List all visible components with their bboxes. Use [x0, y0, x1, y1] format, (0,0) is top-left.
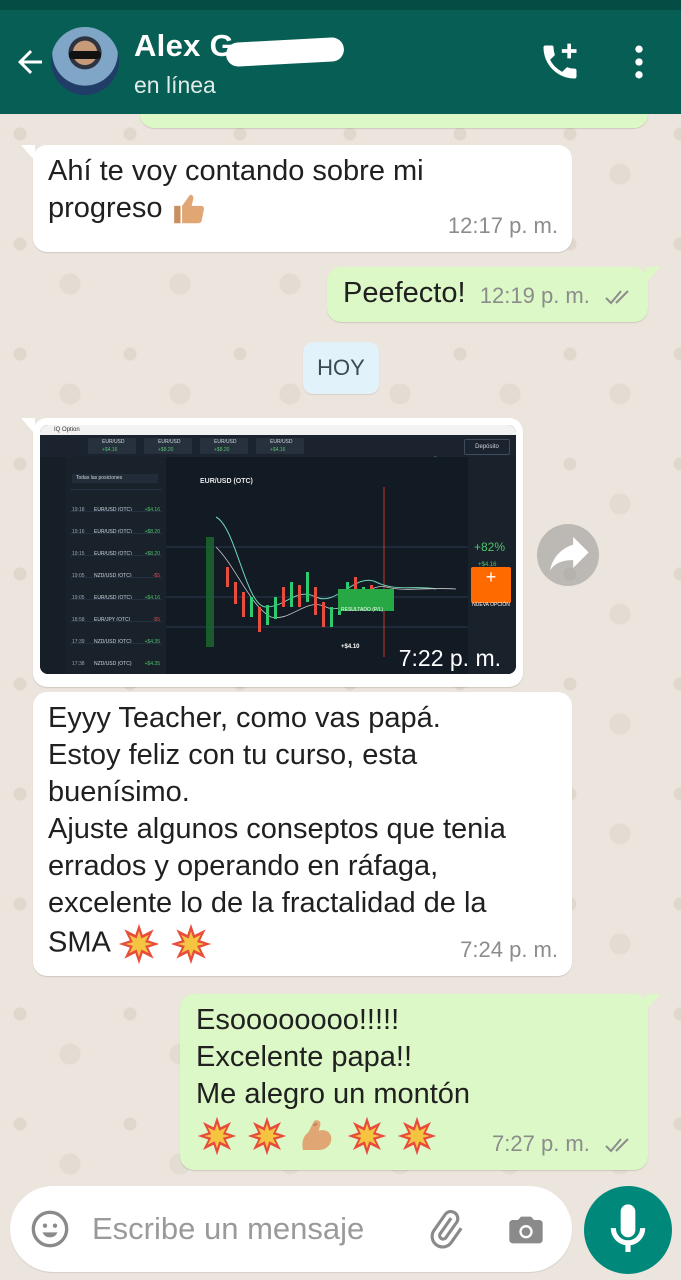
trading-screenshot[interactable]: IQ Option EUR/USD +$4.16 EUR/USD +$8.20 EU… — [40, 425, 516, 674]
back-arrow-icon[interactable] — [12, 44, 48, 80]
history-row: 19:05 NZD/USD (OTC) -$5 — [70, 555, 162, 579]
forward-icon — [549, 536, 589, 571]
chat-area[interactable]: Ahí te voy contando sobre mi progreso 12… — [0, 114, 681, 1180]
composer-bar: Escribe un mensaje — [0, 1180, 681, 1280]
message-time: 7:24 p. m. — [460, 937, 558, 962]
asset-tab: EUR/USD +$8.20 — [200, 438, 248, 454]
history-row: 18:58 EUR/JPY (OTC) -$5 — [70, 599, 162, 623]
bubble-tail — [646, 267, 660, 283]
collision-icon — [398, 1116, 437, 1156]
forward-button[interactable] — [537, 524, 599, 586]
asset-tab: EUR/USD +$4.16 — [88, 438, 136, 454]
contact-avatar[interactable] — [51, 27, 119, 95]
bubble-tail — [646, 994, 660, 1010]
message-bubble-incoming[interactable]: Eyyy Teacher, como vas papá. Estoy feliz… — [33, 692, 572, 976]
history-row: 19:15 EUR/USD (OTC) +$8.20 — [70, 533, 162, 557]
message-text: Esoooooooo!!!!! Excelente papa!! Me aleg… — [196, 1004, 471, 1110]
date-chip: HOY — [303, 342, 379, 394]
history-row: 17:39 NZD/USD (OTC) +$4.35 — [70, 621, 162, 645]
message-time: 7:27 p. m. — [492, 1131, 590, 1156]
attach-icon[interactable] — [424, 1208, 466, 1250]
trading-history-panel: Historial de trading Todas las posicione… — [66, 457, 166, 674]
collision-icon — [119, 923, 160, 965]
history-row: 19:05 EUR/USD (OTC) +$4.16 — [70, 577, 162, 601]
camera-icon[interactable] — [506, 1210, 546, 1250]
message-bubble-incoming[interactable]: Ahí te voy contando sobre mi progreso 12… — [21, 145, 572, 252]
emoji-icon[interactable] — [30, 1209, 70, 1249]
history-row: 17:38 NZD/USD (OTC) +$4.35 — [70, 643, 162, 667]
more-options-icon[interactable] — [617, 40, 661, 84]
message-input[interactable]: Escribe un mensaje — [10, 1186, 572, 1272]
flexed-biceps-icon — [302, 1120, 332, 1150]
message-bubble-outgoing[interactable]: Esoooooooo!!!!! Excelente papa!! Me aleg… — [180, 994, 660, 1170]
new-option-button: + NUEVA OPCIÓN — [471, 567, 511, 608]
read-ticks-icon — [605, 290, 629, 305]
collision-icon — [247, 1116, 287, 1156]
message-time: 12:19 p. m. — [479, 283, 590, 308]
avatar-sunglasses — [69, 51, 101, 59]
voice-message-button[interactable] — [584, 1186, 672, 1274]
asset-tabs: EUR/USD +$4.16 EUR/USD +$8.20 EUR/USD +$8.2… — [40, 435, 516, 463]
collision-icon — [171, 923, 212, 965]
deposit-button: Depósito — [464, 439, 510, 455]
message-time: 12:17 p. m. — [447, 213, 558, 238]
read-ticks-icon — [605, 1138, 629, 1153]
bubble-tail — [21, 145, 35, 161]
previous-message-bubble[interactable] — [140, 114, 648, 128]
message-text: Peefecto! — [343, 277, 466, 309]
history-filter: Todas las posiciones — [72, 474, 158, 483]
add-call-icon[interactable] — [538, 40, 582, 84]
collision-icon — [197, 1116, 237, 1156]
microphone-icon — [610, 1204, 646, 1252]
message-bubble-outgoing[interactable]: Peefecto! 12:19 p. m. — [327, 267, 660, 322]
app-titlebar: IQ Option — [40, 425, 516, 435]
contact-presence: en línea — [134, 72, 216, 98]
left-nav — [40, 457, 66, 674]
image-time: 7:22 p. m. — [398, 645, 501, 671]
asset-tab: EUR/USD +$8.20 — [144, 438, 192, 454]
status-bar — [0, 0, 681, 10]
thumbs-up-icon — [173, 195, 204, 224]
collision-icon — [347, 1116, 387, 1156]
name-redaction — [225, 36, 345, 68]
chat-header: Alex G en línea — [0, 10, 681, 114]
image-message-bubble[interactable]: IQ Option EUR/USD +$4.16 EUR/USD +$8.20 EU… — [21, 418, 523, 687]
contact-name[interactable]: Alex G — [134, 28, 234, 64]
result-popup: RESULTADO (P/L) +$4.10 — [338, 589, 394, 650]
message-text: Ahí te voy contando sobre mi progreso — [48, 155, 424, 224]
asset-tab: EUR/USD +$4.16 — [256, 438, 304, 454]
history-row: 19:16 EUR/USD (OTC) +$8.20 — [70, 511, 162, 535]
message-text: Eyyy Teacher, como vas papá. Estoy feliz… — [48, 702, 506, 959]
message-placeholder: Escribe un mensaje — [92, 1211, 365, 1246]
bubble-tail — [21, 418, 35, 434]
history-row: 19:18 EUR/USD (OTC) +$4.16 — [70, 489, 162, 513]
